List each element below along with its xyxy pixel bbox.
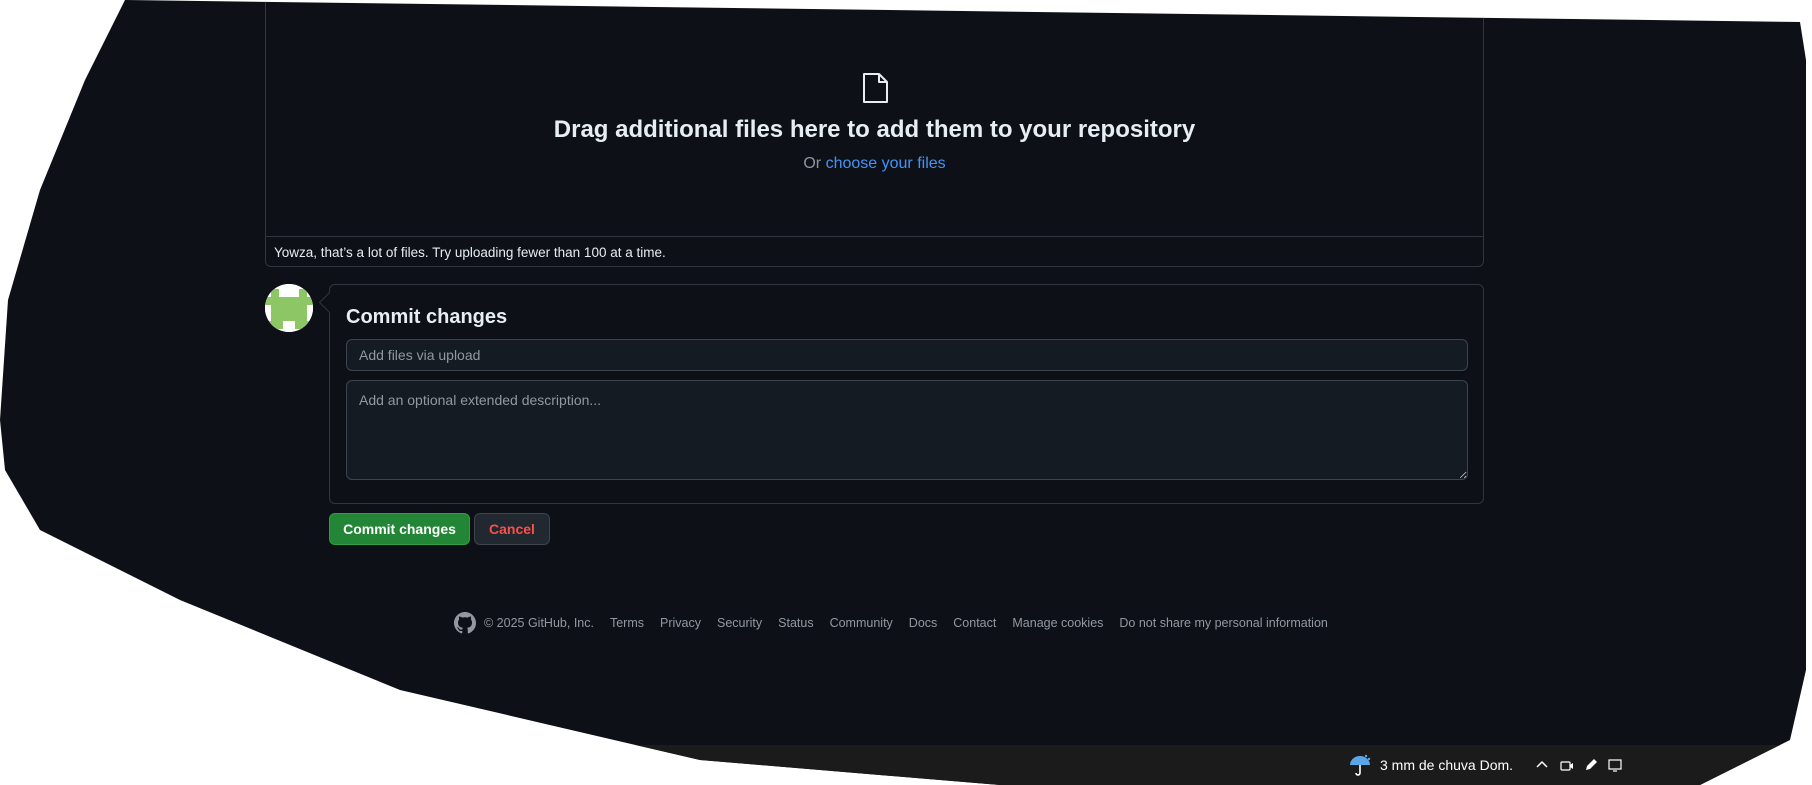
camera-icon[interactable] — [1559, 757, 1575, 773]
too-many-files-warning: Yowza, that’s a lot of files. Try upload… — [266, 236, 1483, 266]
rain-umbrella-icon[interactable] — [1348, 753, 1372, 777]
weather-text[interactable]: 3 mm de chuva Dom. — [1380, 757, 1513, 773]
system-tray: 3 mm de chuva Dom. — [1348, 753, 1623, 777]
footer-link-do-not-share[interactable]: Do not share my personal information — [1119, 616, 1327, 630]
dropzone-title: Drag additional files here to add them t… — [553, 116, 1196, 143]
footer-link-community[interactable]: Community — [830, 616, 893, 630]
footer-link-security[interactable]: Security — [717, 616, 762, 630]
dropzone-or-text: Or — [803, 155, 826, 172]
commit-changes-button[interactable]: Commit changes — [329, 513, 470, 545]
display-icon[interactable] — [1607, 757, 1623, 773]
chevron-up-icon[interactable] — [1535, 758, 1549, 772]
footer-link-contact[interactable]: Contact — [953, 616, 996, 630]
pen-icon[interactable] — [1583, 757, 1599, 773]
commit-summary-input[interactable] — [346, 339, 1468, 371]
github-mark-icon[interactable] — [454, 612, 476, 634]
footer-link-manage-cookies[interactable]: Manage cookies — [1012, 616, 1103, 630]
footer-link-status[interactable]: Status — [778, 616, 813, 630]
footer-link-docs[interactable]: Docs — [909, 616, 937, 630]
page-footer: © 2025 GitHub, Inc. Terms Privacy Securi… — [454, 611, 1344, 635]
dropzone-subtitle: Or choose your files — [266, 155, 1483, 173]
footer-copyright: © 2025 GitHub, Inc. — [484, 616, 594, 630]
footer-link-privacy[interactable]: Privacy — [660, 616, 701, 630]
commit-description-textarea[interactable] — [346, 380, 1468, 480]
footer-link-terms[interactable]: Terms — [610, 616, 644, 630]
commit-form: Commit changes — [329, 284, 1484, 504]
file-icon — [863, 73, 888, 103]
cancel-button[interactable]: Cancel — [474, 513, 550, 545]
choose-files-link[interactable]: choose your files — [826, 155, 946, 172]
commit-heading: Commit changes — [346, 306, 508, 328]
screen-capture: Drag additional files here to add them t… — [0, 0, 1806, 785]
tray-icons — [1559, 757, 1623, 773]
file-dropzone[interactable]: Drag additional files here to add them t… — [265, 0, 1484, 267]
avatar — [265, 284, 313, 332]
